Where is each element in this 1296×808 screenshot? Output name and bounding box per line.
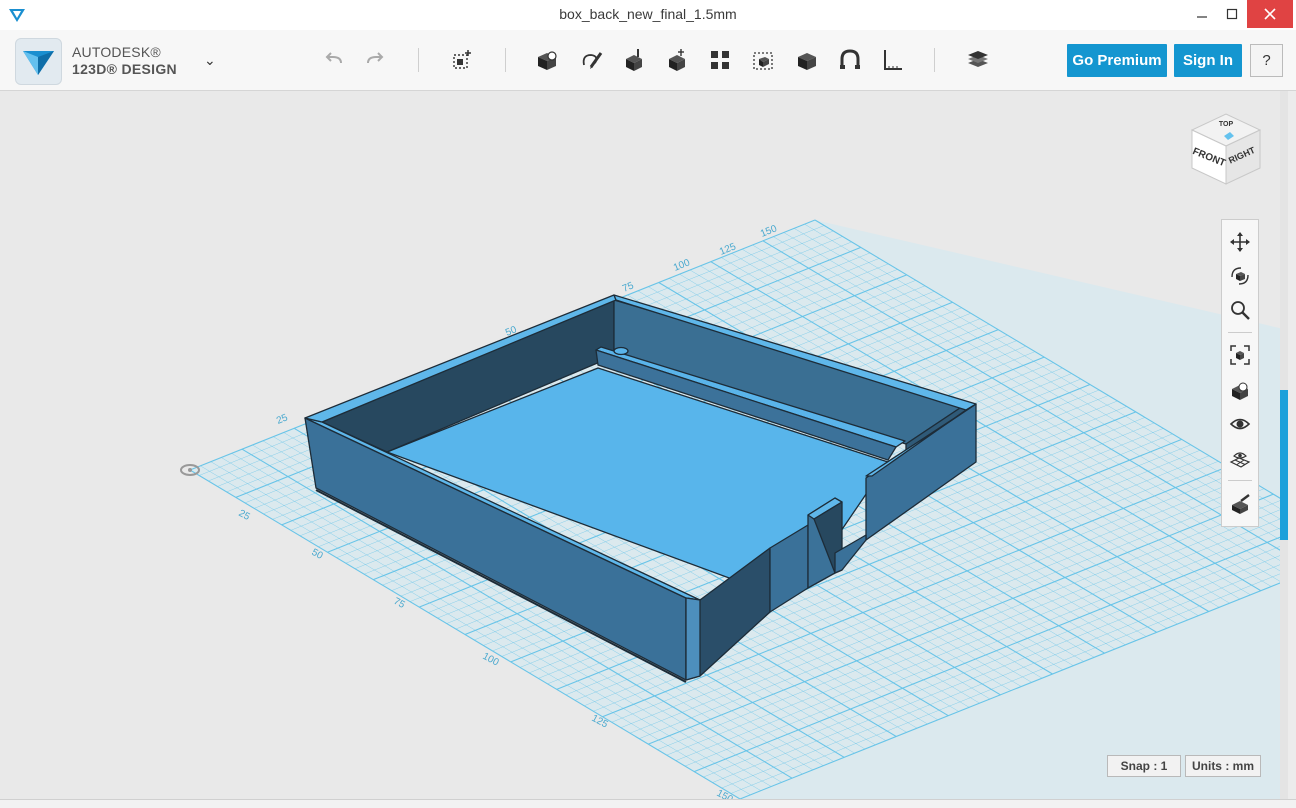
undo-button[interactable] [318, 44, 350, 76]
combine-icon [798, 53, 816, 70]
3d-viewport[interactable]: 25 50 75 100 125 150 25 50 75 100 125 15… [0, 91, 1288, 799]
transform-icon [453, 50, 471, 69]
grid-label: 25 [237, 508, 252, 523]
visibility-button[interactable] [1226, 410, 1254, 438]
snap-status[interactable]: Snap : 1 [1107, 755, 1181, 777]
pan-button[interactable] [1226, 228, 1254, 256]
snap-button[interactable] [833, 44, 865, 76]
construct-icon [626, 49, 642, 71]
combine-button[interactable] [791, 44, 823, 76]
title-bar: box_back_new_final_1.5mm [0, 0, 1296, 31]
orbit-icon [1231, 267, 1249, 285]
toolbar-separator [934, 48, 935, 72]
app-menu-chevron-icon[interactable]: ⌄ [204, 52, 216, 69]
view-cube-top-label: TOP [1219, 121, 1234, 128]
pin-hole [613, 346, 629, 356]
measure-icon [884, 50, 902, 70]
pan-icon [1230, 232, 1250, 252]
navigation-bar [1221, 219, 1259, 527]
group-icon [753, 52, 773, 70]
minimize-button[interactable] [1187, 0, 1217, 28]
sign-in-button[interactable]: Sign In [1174, 44, 1242, 77]
eye-icon [1229, 418, 1251, 430]
measure-button[interactable] [876, 44, 908, 76]
grid-label: 25 [275, 412, 290, 427]
material-view-button[interactable] [1226, 490, 1254, 518]
primitives-icon [538, 51, 557, 70]
zoom-icon [1231, 301, 1250, 320]
material-icon [968, 51, 988, 67]
navbar-separator [1228, 332, 1252, 333]
brand-product: 123D® DESIGN [72, 61, 177, 77]
navbar-separator [1228, 480, 1252, 481]
toolbar-separator [505, 48, 506, 72]
render-mode-icon [1232, 494, 1250, 514]
sketch-button[interactable] [576, 44, 608, 76]
app-logo[interactable] [15, 38, 62, 85]
maximize-button[interactable] [1217, 0, 1247, 28]
grid-visibility-icon [1229, 452, 1251, 468]
help-button[interactable]: ? [1250, 44, 1283, 77]
redo-icon [367, 52, 384, 64]
redo-button[interactable] [359, 44, 391, 76]
undo-icon [325, 52, 342, 64]
orbit-button[interactable] [1226, 262, 1254, 290]
transform-button[interactable] [446, 44, 478, 76]
scene-canvas[interactable]: 25 50 75 100 125 150 25 50 75 100 125 15… [0, 91, 1288, 799]
zoom-button[interactable] [1226, 296, 1254, 324]
corner-post [685, 597, 701, 681]
sketch-icon [582, 52, 603, 69]
view-cube[interactable]: TOP FRONT RIGHT [1186, 108, 1266, 188]
units-status[interactable]: Units : mm [1185, 755, 1261, 777]
minimize-icon [1197, 16, 1207, 18]
fit-view-icon [1230, 345, 1250, 365]
projection-icon [1232, 382, 1248, 400]
snap-icon [840, 49, 860, 69]
close-button[interactable] [1247, 0, 1293, 28]
scroll-thumb[interactable] [1280, 390, 1288, 540]
primitives-button[interactable] [531, 44, 563, 76]
modify-icon [669, 49, 685, 71]
window-title: box_back_new_final_1.5mm [559, 6, 737, 22]
maximize-icon [1226, 8, 1238, 20]
brand-company: AUTODESK® [72, 44, 161, 60]
toolbar-separator [418, 48, 419, 72]
grid-toggle-button[interactable] [1226, 445, 1254, 473]
close-icon [1264, 8, 1276, 20]
main-toolbar: AUTODESK® 123D® DESIGN ⌄ Go Premium Sign… [0, 30, 1296, 91]
pattern-button[interactable] [704, 44, 736, 76]
material-button[interactable] [962, 44, 994, 76]
logo-icon [23, 51, 54, 75]
group-button[interactable] [747, 44, 779, 76]
go-premium-button[interactable]: Go Premium [1067, 44, 1167, 77]
pattern-icon [711, 51, 729, 69]
modify-button[interactable] [661, 44, 693, 76]
projection-button[interactable] [1226, 376, 1254, 404]
fit-view-button[interactable] [1226, 341, 1254, 369]
construct-button[interactable] [618, 44, 650, 76]
